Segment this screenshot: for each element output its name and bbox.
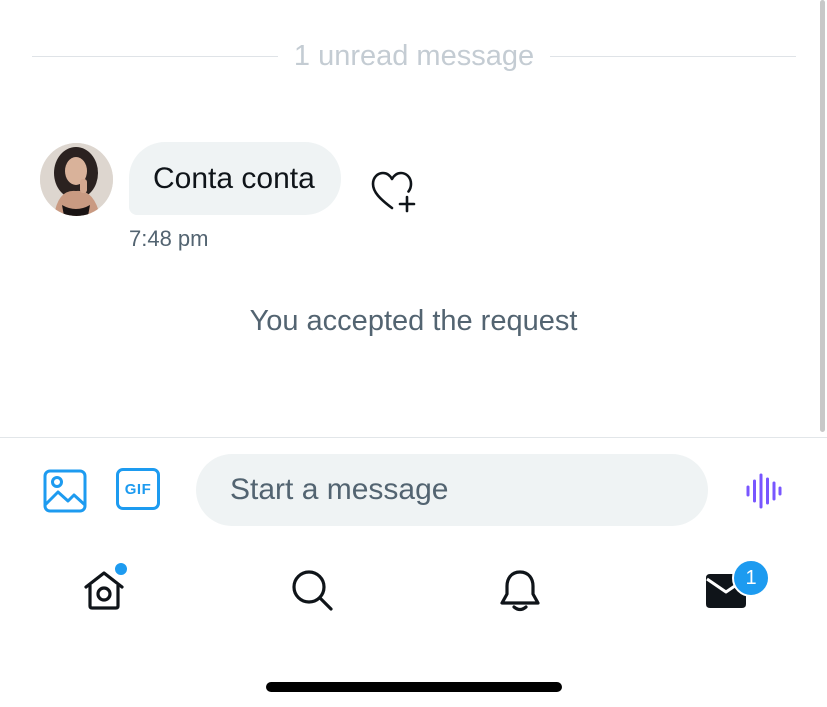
avatar[interactable] [40,143,113,216]
message-bubble[interactable]: Conta conta [129,142,341,215]
message-timestamp: 7:48 pm [129,226,209,251]
message-input[interactable] [196,454,708,526]
composer-divider [0,437,827,438]
voice-waveform-icon[interactable] [744,471,784,511]
message-text: Conta conta [153,161,315,195]
bell-icon[interactable] [496,566,544,614]
home-indicator[interactable] [266,682,562,692]
home-notification-dot [113,561,129,577]
divider-line-left [32,55,278,57]
avatar-photo [40,143,113,216]
image-icon[interactable] [42,468,88,514]
unread-divider: 1 unread message [32,38,796,74]
gif-label: GIF [124,480,152,498]
system-message: You accepted the request [249,305,578,337]
divider-line-right [550,55,796,57]
heart-plus-icon[interactable] [370,170,418,214]
unread-divider-label: 1 unread message [293,39,535,72]
search-icon[interactable] [288,566,336,614]
messages-badge: 1 [732,559,770,597]
gif-button[interactable]: GIF [116,468,160,510]
scrollbar[interactable] [820,0,825,432]
